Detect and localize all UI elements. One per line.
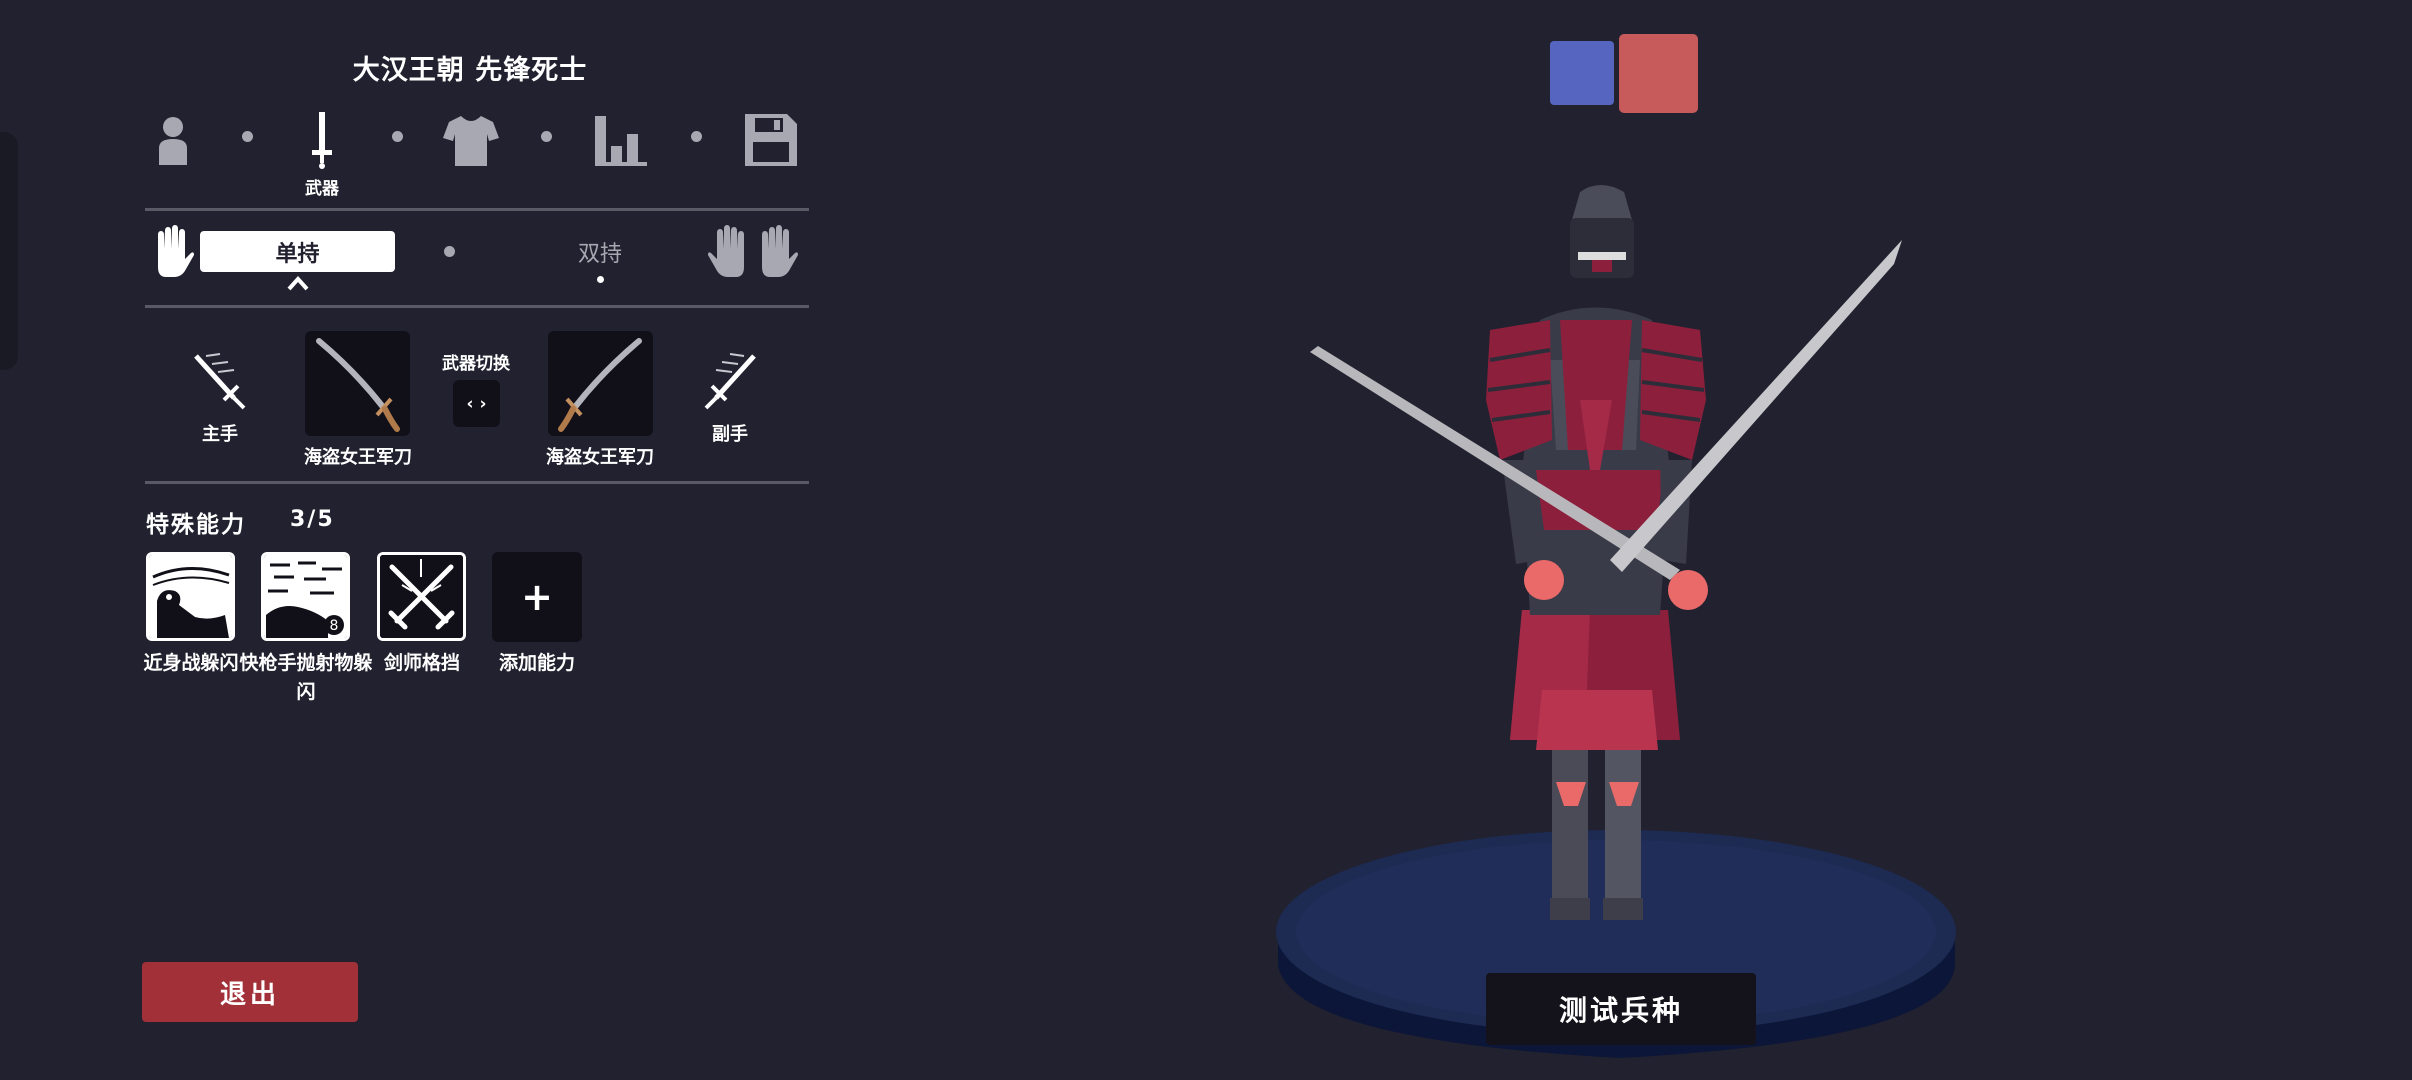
test-unit-button[interactable]: 测试兵种 <box>1486 973 1756 1045</box>
step-weapons-label: 武器 <box>305 179 339 199</box>
step-weapons[interactable]: 武器 <box>287 110 357 220</box>
stats-icon <box>595 116 647 166</box>
step-separator <box>691 131 702 142</box>
step-separator <box>242 131 253 142</box>
step-save[interactable] <box>736 110 806 220</box>
shirt-icon <box>443 116 499 166</box>
main-weapon-slot[interactable] <box>305 331 410 436</box>
exit-button[interactable]: 退出 <box>142 962 358 1022</box>
main-hand-sword-icon <box>194 353 246 410</box>
grip-separator <box>444 246 455 257</box>
weapon-switch-label: 武器切换 <box>442 354 510 374</box>
unit-preview <box>1276 185 1956 1058</box>
ability-gunslinger-dodge[interactable]: 8 <box>261 552 350 641</box>
side-drawer-handle[interactable] <box>0 132 18 370</box>
saber-icon <box>316 338 400 432</box>
gunslinger-dodge-icon: 8 <box>264 555 347 638</box>
weapon-switch-button[interactable]: ‹ › <box>453 380 500 427</box>
step-clothing[interactable] <box>436 110 506 220</box>
saber-icon <box>558 338 642 432</box>
divider <box>145 305 809 308</box>
abilities-count: 3/5 <box>290 507 335 532</box>
off-weapon-name: 海盗女王军刀 <box>546 447 654 468</box>
main-weapon-name: 海盗女王军刀 <box>304 447 412 468</box>
off-hand-sword-icon <box>704 353 756 410</box>
melee-dodge-icon <box>149 555 232 638</box>
ability-swordmaster-parry[interactable] <box>377 552 466 641</box>
dual-hands-icon <box>708 225 798 277</box>
main-hand-label: 主手 <box>202 424 238 445</box>
divider <box>145 481 809 484</box>
svg-text:8: 8 <box>330 618 339 634</box>
ability-melee-dodge[interactable] <box>146 552 235 641</box>
unit-title: 大汉王朝 先锋死士 <box>352 55 588 86</box>
off-hand-label: 副手 <box>712 424 748 445</box>
grip-dual-button[interactable]: 双持 <box>540 236 660 268</box>
add-ability-button[interactable]: + <box>492 552 582 642</box>
divider <box>145 208 809 211</box>
team-blue-swatch[interactable] <box>1550 41 1614 105</box>
step-stats[interactable] <box>586 110 656 220</box>
step-appearance[interactable] <box>138 110 208 220</box>
crossed-swords-icon <box>380 555 463 638</box>
add-ability-label: 添加能力 <box>498 652 575 674</box>
step-separator <box>541 131 552 142</box>
person-icon <box>159 117 187 165</box>
sword-icon <box>312 112 332 169</box>
team-red-swatch[interactable] <box>1619 34 1698 113</box>
save-icon <box>745 114 797 166</box>
chevron-up-icon <box>287 276 309 291</box>
single-hand-icon <box>158 225 194 277</box>
off-weapon-slot[interactable] <box>548 331 653 436</box>
step-separator <box>392 131 403 142</box>
grip-dual-indicator <box>597 276 604 283</box>
grip-single-button[interactable]: 单持 <box>200 231 395 272</box>
abilities-title: 特殊能力 <box>146 512 246 538</box>
